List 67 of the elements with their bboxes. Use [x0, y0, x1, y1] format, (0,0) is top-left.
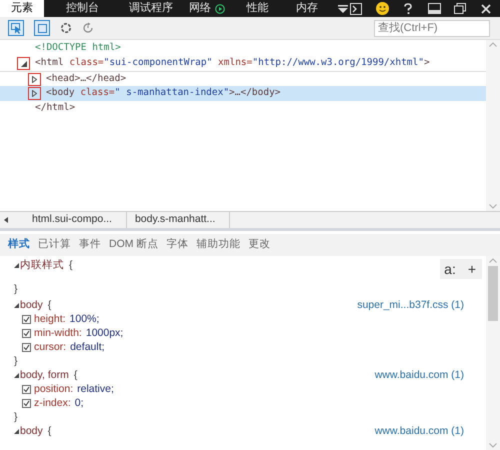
property-value: relative;	[77, 382, 114, 396]
property-name: cursor:	[34, 340, 66, 354]
checkbox[interactable]	[22, 314, 31, 324]
scrollbar[interactable]	[486, 256, 500, 450]
style-tab[interactable]: DOM 断点	[109, 237, 158, 253]
breadcrumb-item[interactable]: body.s-manhatt...	[134, 212, 230, 228]
checkbox[interactable]	[22, 328, 31, 338]
brace: {	[74, 368, 78, 382]
search-field[interactable]: 查找(Ctrl+F)	[374, 20, 490, 36]
brace: {	[48, 298, 52, 312]
property-value: 1000px;	[86, 326, 124, 340]
brace: }	[14, 354, 18, 368]
expanded-arrow-icon[interactable]	[14, 428, 19, 434]
dom-line[interactable]: </html>	[35, 101, 76, 116]
source-link[interactable]: www.baidu.com (1)	[374, 424, 464, 438]
dom-line[interactable]: <head>…</head>	[46, 72, 126, 86]
panel-tab[interactable]: 性能	[232, 0, 282, 17]
style-tab[interactable]: 辅助功能	[196, 237, 240, 253]
scrollbar-thumb[interactable]	[488, 266, 498, 321]
style-tab[interactable]: 事件	[79, 237, 101, 253]
ring-icon[interactable]	[60, 22, 72, 34]
style-action-button[interactable]: a:	[440, 259, 460, 279]
scroll-left-icon[interactable]	[4, 217, 8, 223]
smiley-icon[interactable]	[374, 0, 390, 16]
breadcrumb-item[interactable]: html.sui-compo...	[32, 212, 127, 228]
property-name: height:	[34, 312, 66, 326]
style-action-button[interactable]: +	[462, 259, 482, 279]
brace: }	[14, 410, 18, 424]
css-selector: body, form	[20, 368, 69, 382]
brace: }	[14, 282, 18, 296]
dom-line[interactable]: <!DOCTYPE html>	[35, 41, 121, 56]
property-value: 0;	[74, 396, 84, 410]
expanded-arrow-icon[interactable]	[14, 262, 19, 268]
panel-tab[interactable]: 控制台	[58, 0, 108, 17]
panel-tab[interactable]: 内存	[282, 0, 332, 17]
panel-tab[interactable]: 元素	[0, 0, 44, 17]
box-highlight-icon[interactable]	[34, 20, 50, 36]
css-selector: 内联样式	[20, 258, 64, 272]
property-name: z-index:	[34, 396, 71, 410]
css-selector: body	[20, 298, 43, 312]
brace: {	[48, 424, 52, 438]
property-value: default;	[70, 340, 105, 354]
source-link[interactable]: super_mi...b37f.css (1)	[357, 298, 464, 312]
checkbox[interactable]	[22, 398, 31, 408]
dock-icon[interactable]	[426, 0, 442, 16]
select-element-icon[interactable]	[8, 20, 24, 36]
expanded-arrow-icon[interactable]	[14, 302, 19, 308]
style-tab[interactable]: 更改	[248, 237, 270, 253]
console-icon[interactable]	[348, 0, 364, 16]
property-name: position:	[34, 382, 74, 396]
brace: {	[69, 258, 73, 272]
restore-icon[interactable]	[452, 0, 468, 16]
refresh-icon[interactable]	[82, 22, 94, 34]
property-name: min-width:	[34, 326, 82, 340]
css-selector: body	[20, 424, 43, 438]
style-tab[interactable]: 已计算	[38, 237, 71, 253]
property-value: 100%;	[70, 312, 100, 326]
style-tab[interactable]: 样式	[8, 237, 30, 253]
checkbox[interactable]	[22, 384, 31, 394]
panel-tab[interactable]: 网络	[181, 0, 233, 17]
source-link[interactable]: www.baidu.com (1)	[374, 368, 464, 382]
panel-tab[interactable]: 调试程序	[121, 0, 182, 17]
dom-line[interactable]: <html class="sui-componentWrap" xmlns="http://www.w3.org/1999/xhtml">	[35, 56, 430, 71]
style-tab[interactable]: 字体	[166, 237, 188, 253]
expanded-arrow-icon[interactable]	[14, 372, 19, 378]
checkbox[interactable]	[22, 342, 31, 352]
dropdown-icon[interactable]	[338, 4, 348, 12]
